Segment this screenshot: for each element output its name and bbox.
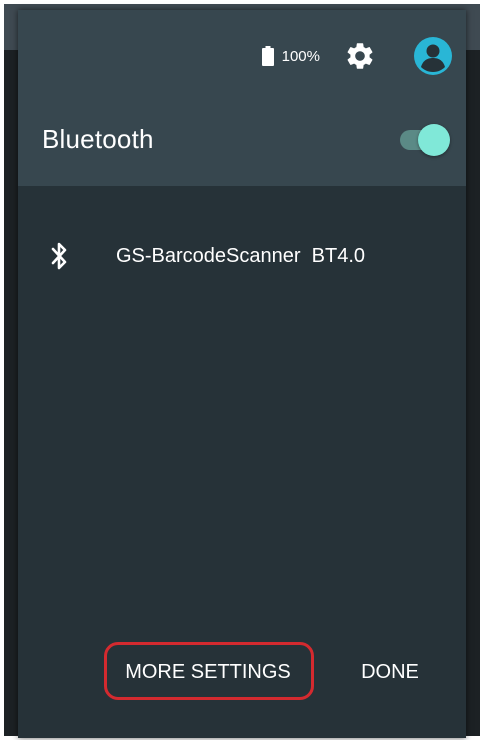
toggle-thumb (418, 124, 450, 156)
status-row: 100% (261, 36, 452, 76)
device-name: GS-BarcodeScanner BT4.0 (116, 244, 366, 267)
battery-indicator: 100% (261, 46, 320, 66)
panel-header: 100% Bluetooth (18, 10, 466, 186)
device-list-item[interactable]: GS-BarcodeScanner BT4.0 (18, 228, 466, 284)
battery-percent: 100% (281, 47, 320, 65)
done-label: DONE (361, 660, 419, 683)
bluetooth-icon (51, 242, 67, 270)
dialog-actions: MORE SETTINGS DONE (18, 642, 466, 702)
bluetooth-title: Bluetooth (42, 124, 154, 154)
highlight-ring (104, 642, 314, 700)
bluetooth-toggle[interactable] (394, 122, 454, 158)
more-settings-button[interactable]: MORE SETTINGS (104, 642, 314, 702)
done-button[interactable]: DONE (348, 642, 432, 702)
battery-icon (261, 46, 274, 66)
gear-icon[interactable] (344, 40, 376, 72)
screen-frame: 100% Bluetooth GS-BarcodeScanner BT4.0 M… (4, 4, 480, 738)
bluetooth-quick-panel: 100% Bluetooth GS-BarcodeScanner BT4.0 M… (18, 10, 466, 738)
account-avatar-icon[interactable] (414, 37, 452, 75)
